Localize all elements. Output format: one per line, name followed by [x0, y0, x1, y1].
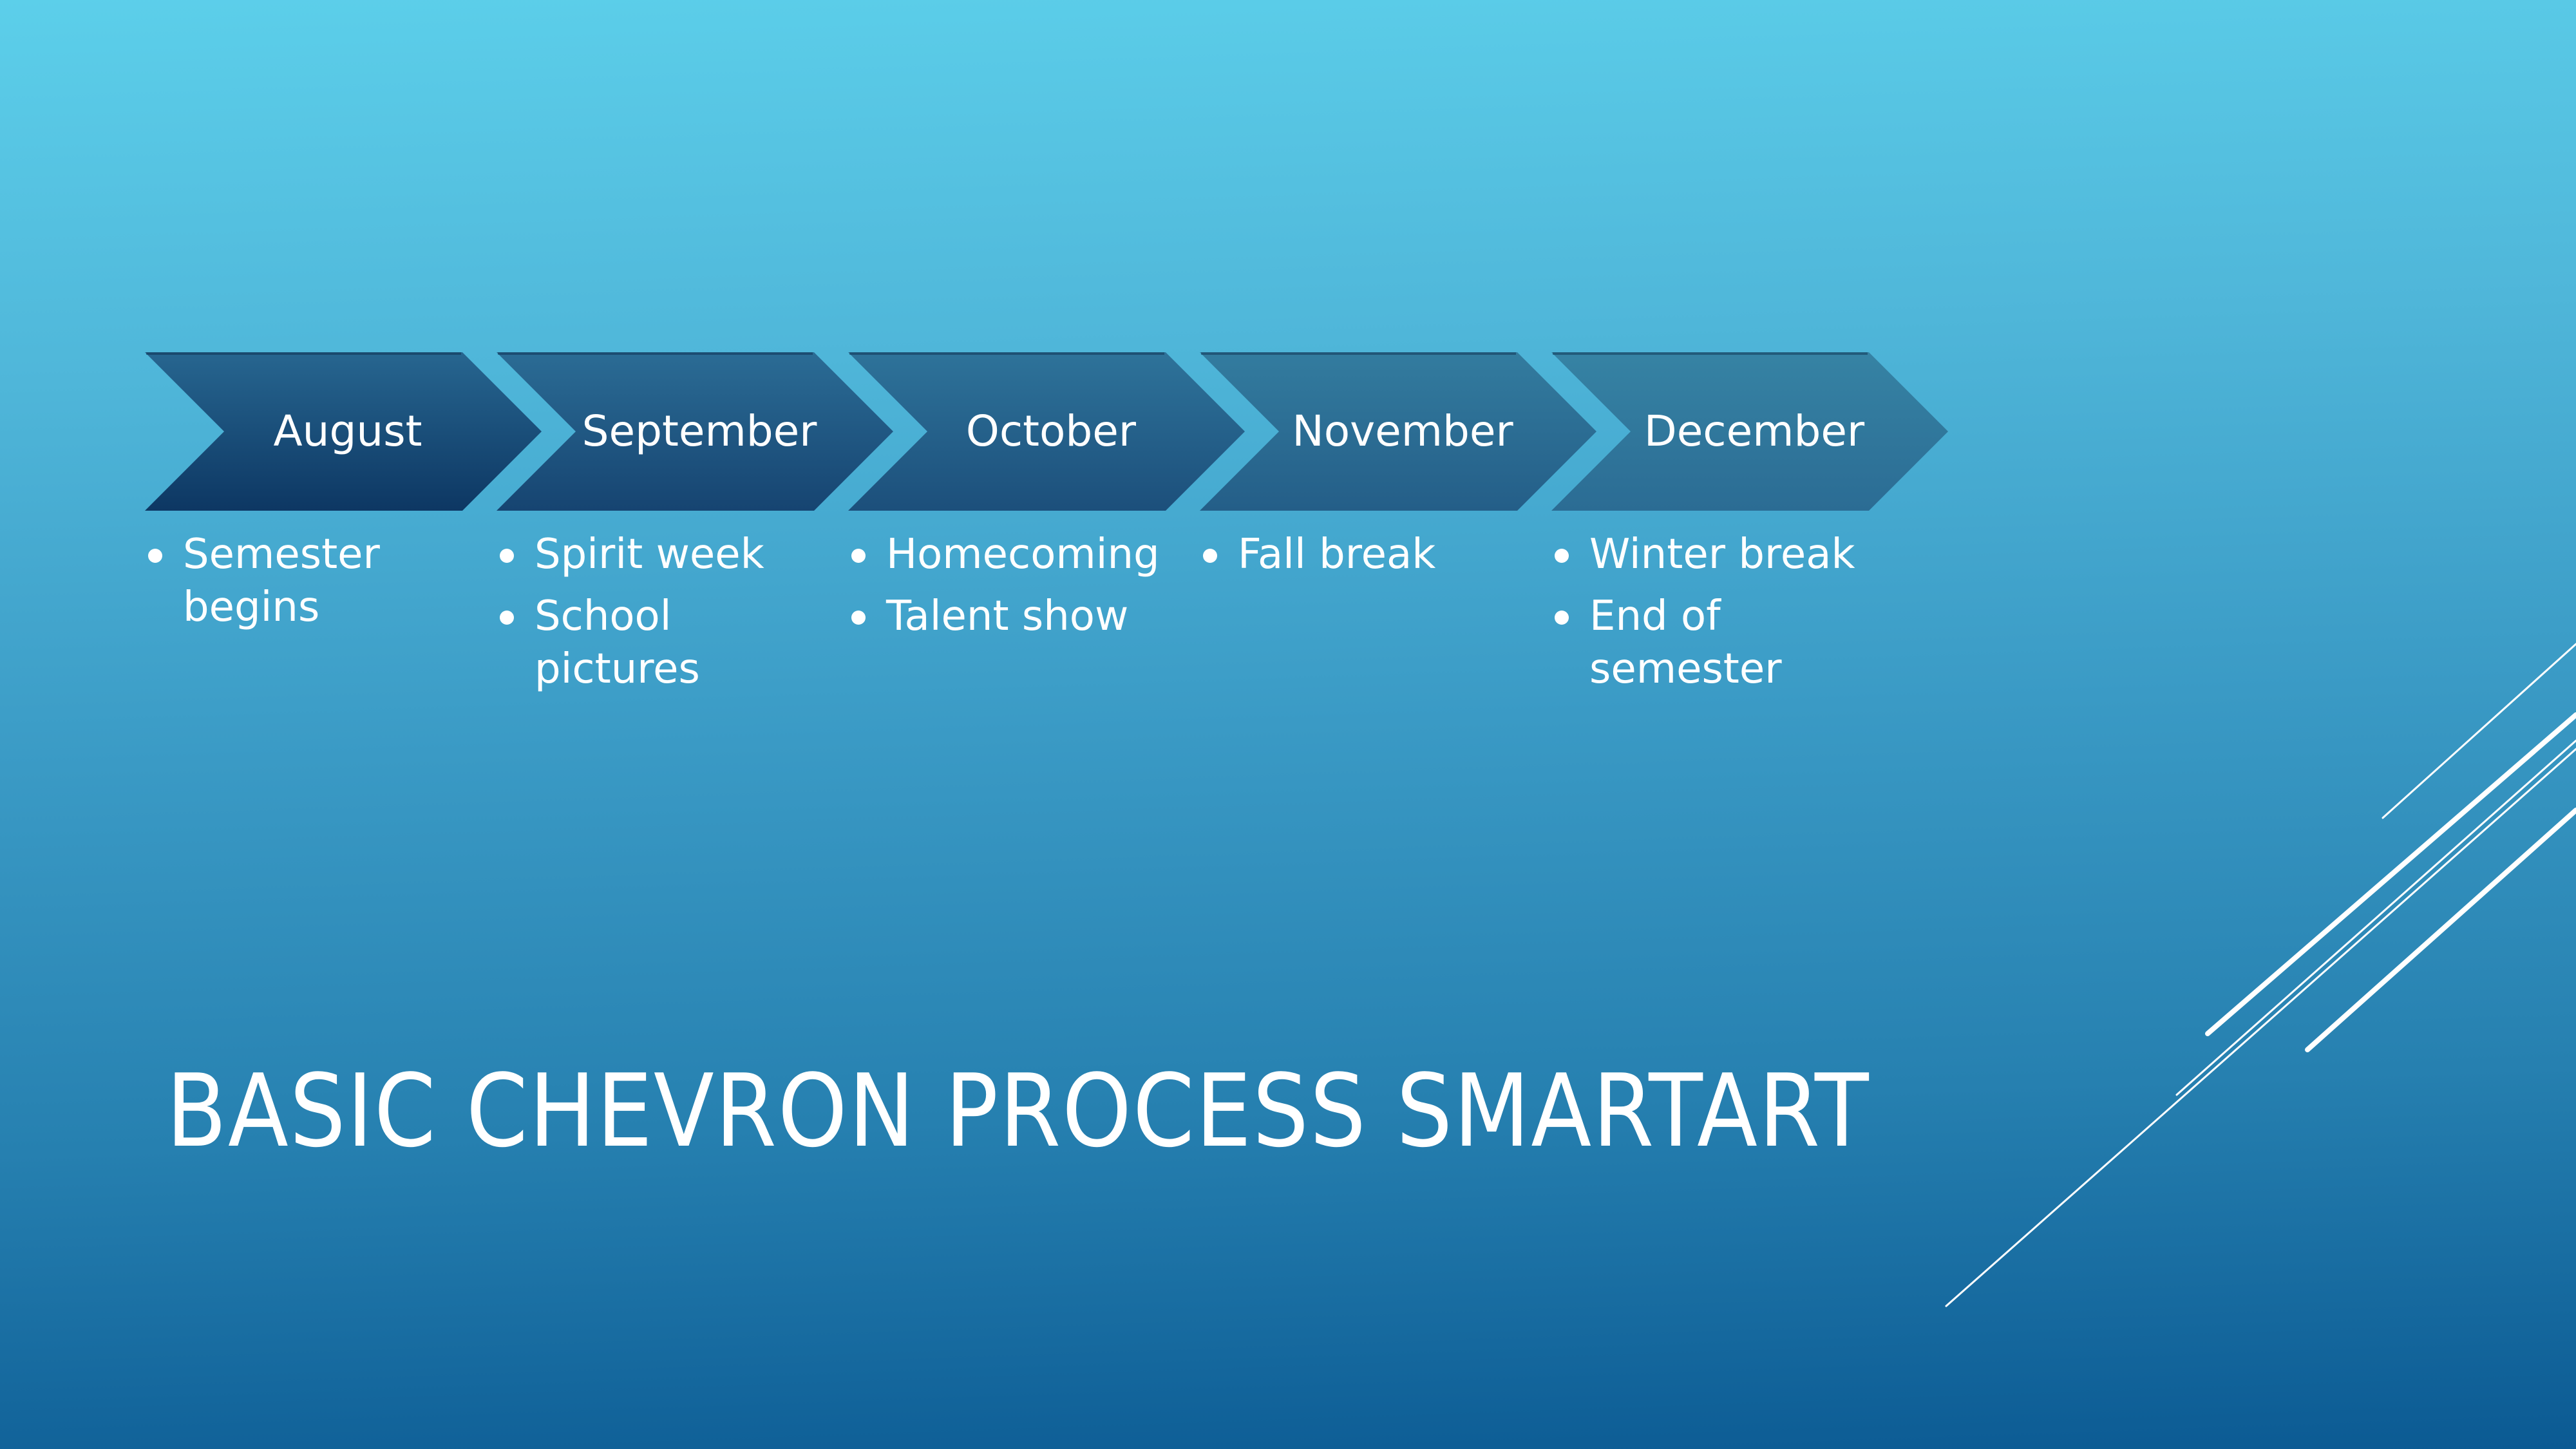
slide: August September October November Decemb… [0, 0, 2576, 1449]
bullet-list-december: Winter break End of semester [1553, 528, 1875, 705]
bullet-list-october: Homecoming Talent show [850, 528, 1172, 652]
bullet-list-september: Spirit week School pictures [498, 528, 820, 705]
bullet-item[interactable]: Fall break [1202, 528, 1524, 581]
chevron-label-december[interactable]: December [1619, 352, 1889, 511]
bullet-list-november: Fall break [1202, 528, 1524, 590]
bullet-dot-icon [500, 549, 514, 563]
chevron-label-august[interactable]: August [213, 352, 483, 511]
bullet-item[interactable]: Winter break [1553, 528, 1875, 581]
bullet-item[interactable]: Homecoming [850, 528, 1172, 581]
bullet-item[interactable]: End of semester [1553, 590, 1875, 696]
bullet-dot-icon [851, 611, 866, 625]
bullet-dot-icon [1555, 549, 1569, 563]
chevron-label-october[interactable]: October [916, 352, 1186, 511]
chevron-process [145, 352, 1948, 511]
bullet-dot-icon [1203, 549, 1217, 563]
bullet-list-august: Semester begins [147, 528, 469, 643]
bullet-dot-icon [500, 611, 514, 625]
bullet-item[interactable]: Semester begins [147, 528, 469, 634]
bullet-item[interactable]: Spirit week [498, 528, 820, 581]
bullet-item[interactable]: School pictures [498, 590, 820, 696]
bullet-dot-icon [851, 549, 866, 563]
bullet-item[interactable]: Talent show [850, 590, 1172, 643]
chevron-label-november[interactable]: November [1267, 352, 1538, 511]
bullet-dot-icon [1555, 611, 1569, 625]
bullet-dot-icon [148, 549, 162, 563]
slide-title[interactable]: BASIC CHEVRON PROCESS SMARTART [166, 1050, 1870, 1172]
chevron-label-september[interactable]: September [564, 352, 835, 511]
